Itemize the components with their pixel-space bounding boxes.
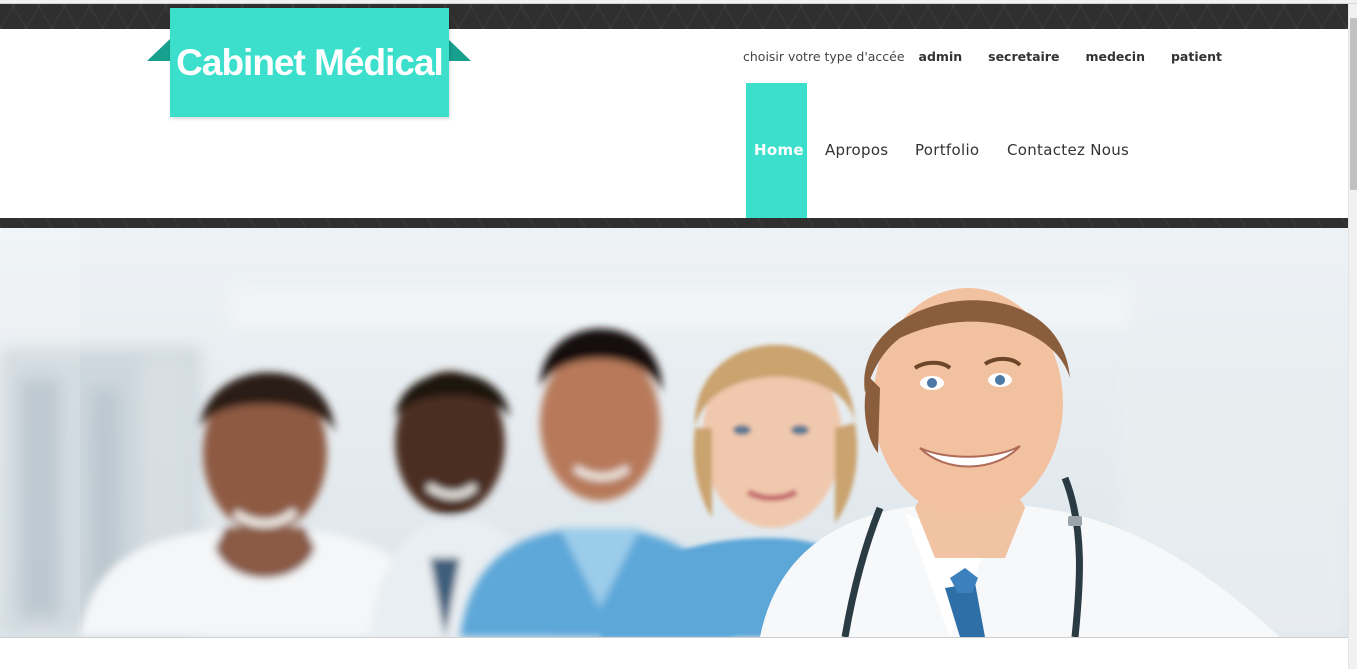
access-link-secretaire[interactable]: secretaire [988, 49, 1059, 64]
access-link-patient[interactable]: patient [1171, 49, 1222, 64]
access-type-row: choisir votre type d'accée admin secreta… [743, 47, 1248, 65]
access-link-admin[interactable]: admin [919, 49, 963, 64]
logo-ribbon-left [147, 39, 170, 61]
page-scrollbar[interactable] [1348, 4, 1357, 669]
header-separator-strip [0, 218, 1348, 228]
page-content-start [0, 638, 1348, 669]
logo-ribbon-right [448, 39, 471, 61]
nav-item-home[interactable]: Home [754, 141, 804, 161]
hero-banner-image [0, 228, 1348, 637]
site-logo[interactable]: Cabinet Médical [170, 8, 449, 117]
nav-item-contactez-nous[interactable]: Contactez Nous [1007, 141, 1129, 161]
medical-team-illustration [0, 228, 1348, 637]
page: Cabinet Médical choisir votre type d'acc… [0, 0, 1357, 669]
nav-item-portfolio[interactable]: Portfolio [915, 141, 979, 161]
scrollbar-thumb[interactable] [1350, 18, 1357, 190]
access-link-medecin[interactable]: medecin [1085, 49, 1145, 64]
site-logo-text: Cabinet Médical [176, 41, 444, 83]
nav-item-apropos[interactable]: Apropos [825, 141, 888, 161]
access-type-label: choisir votre type d'accée [743, 48, 905, 64]
